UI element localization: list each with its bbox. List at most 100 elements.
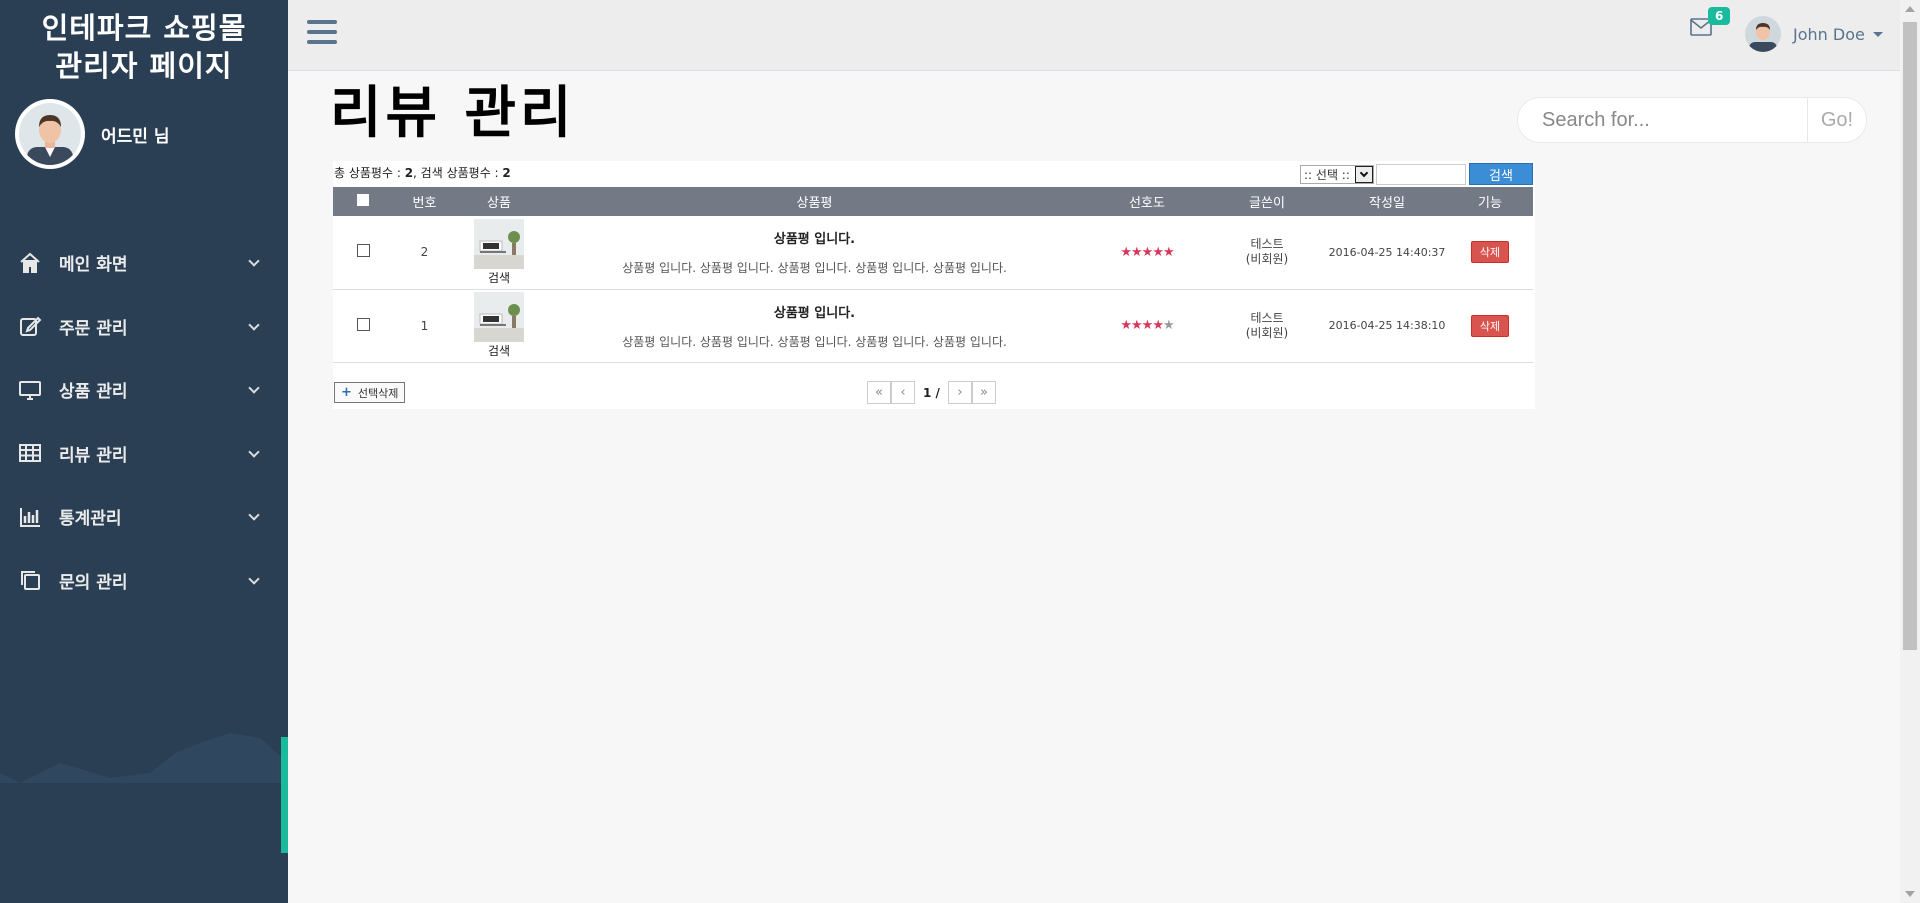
scroll-thumb[interactable] bbox=[1903, 22, 1917, 650]
product-caption: 검색 bbox=[487, 270, 511, 285]
column-header: 작성일 bbox=[1327, 187, 1447, 216]
sidebar-decoration bbox=[0, 733, 288, 903]
review-date: 2016-04-25 14:40:37 bbox=[1327, 216, 1447, 290]
writer-type: (비회원) bbox=[1245, 252, 1289, 267]
product-thumbnail[interactable]: 검색 bbox=[456, 289, 542, 363]
review-body: 상품평 입니다. 상품평 입니다. 상품평 입니다. 상품평 입니다. 상품평 … bbox=[622, 334, 1007, 349]
page-title: 리뷰 관리 bbox=[330, 81, 576, 146]
star-filled-icon: ★ bbox=[1152, 318, 1164, 333]
column-header: 상품평 bbox=[542, 187, 1087, 216]
review-table: 번호 상품 상품평 선호도 글쓴이 작성일 기능 2 검색 상품평 입니다. 상… bbox=[333, 187, 1533, 363]
column-header: 기능 bbox=[1447, 187, 1533, 216]
review-rows: 2 검색 상품평 입니다. 상품평 입니다. 상품평 입니다. 상품평 입니다.… bbox=[333, 216, 1533, 363]
delete-button[interactable]: 삭제 bbox=[1470, 241, 1510, 264]
sidebar-menu: 메인 화면 주문 관리 상품 관리 리뷰 관리 통계관리 문의 관리 bbox=[0, 231, 288, 612]
column-header: 상품 bbox=[456, 187, 542, 216]
home-icon bbox=[18, 251, 42, 275]
table-header-row: 번호 상품 상품평 선호도 글쓴이 작성일 기능 bbox=[333, 187, 1533, 216]
sidebar-item-main[interactable]: 메인 화면 bbox=[0, 231, 288, 295]
count-label: 총 상품평수 : bbox=[334, 166, 405, 180]
review-title[interactable]: 상품평 입니다. bbox=[542, 228, 1087, 247]
chevron-down-icon bbox=[248, 255, 260, 267]
sidebar-item-label: 리뷰 관리 bbox=[59, 445, 128, 466]
writer-name: 테스트 bbox=[1250, 237, 1284, 252]
star-filled-icon: ★ bbox=[1141, 244, 1154, 260]
row-checkbox[interactable] bbox=[356, 244, 370, 258]
scroll-up-icon[interactable] bbox=[1905, 6, 1915, 12]
rating-stars: ★★★★★ bbox=[1120, 318, 1175, 333]
clone-icon bbox=[18, 568, 42, 592]
sidebar-item-label: 상품 관리 bbox=[59, 382, 128, 403]
table-row: 1 검색 상품평 입니다. 상품평 입니다. 상품평 입니다. 상품평 입니다.… bbox=[333, 289, 1533, 363]
bar-chart-icon bbox=[18, 505, 42, 529]
bulk-delete-label: 선택삭제 bbox=[357, 386, 399, 400]
chevron-down-icon bbox=[248, 445, 260, 458]
pagination: « ‹ 1 / › » bbox=[867, 381, 996, 404]
table-icon bbox=[18, 441, 42, 465]
search-count: 2 bbox=[502, 166, 511, 180]
sidebar-item-reviews[interactable]: 리뷰 관리 bbox=[0, 422, 288, 486]
sidebar-item-inquiries[interactable]: 문의 관리 bbox=[0, 549, 288, 613]
sidebar-item-label: 통계관리 bbox=[59, 509, 122, 530]
search-go-button[interactable]: Go! bbox=[1807, 98, 1866, 142]
chevron-down-icon bbox=[1355, 165, 1373, 183]
total-count: 2 bbox=[404, 166, 414, 180]
sidebar-item-products[interactable]: 상품 관리 bbox=[0, 358, 288, 422]
star-filled-icon: ★ bbox=[1152, 244, 1164, 260]
mail-button[interactable]: 6 bbox=[1690, 7, 1731, 36]
page-scrollbar[interactable] bbox=[1900, 0, 1920, 903]
active-indicator bbox=[281, 737, 288, 853]
prev-page-button[interactable]: ‹ bbox=[891, 381, 915, 404]
filter-select[interactable]: :: 선택 :: bbox=[1300, 164, 1374, 184]
last-page-button[interactable]: » bbox=[971, 381, 996, 404]
chevron-down-icon bbox=[248, 318, 260, 331]
admin-profile: 어드민 님 bbox=[0, 99, 288, 169]
review-body: 상품평 입니다. 상품평 입니다. 상품평 입니다. 상품평 입니다. 상품평 … bbox=[622, 261, 1007, 276]
menu-toggle-icon[interactable] bbox=[307, 20, 337, 48]
row-number: 1 bbox=[393, 289, 456, 363]
next-page-button[interactable]: › bbox=[947, 381, 972, 404]
user-menu[interactable]: John Doe bbox=[1745, 16, 1883, 52]
brand-line-1: 인테파크 쇼핑몰 bbox=[41, 11, 247, 45]
admin-avatar bbox=[15, 99, 85, 169]
filter-search-button[interactable]: 검색 bbox=[1469, 163, 1533, 185]
desktop-icon bbox=[18, 378, 42, 402]
star-empty-icon: ★ bbox=[1162, 318, 1175, 333]
sidebar-item-stats[interactable]: 통계관리 bbox=[0, 485, 288, 549]
sidebar-item-label: 문의 관리 bbox=[59, 572, 128, 593]
column-header: 선호도 bbox=[1087, 187, 1207, 216]
user-avatar bbox=[1745, 16, 1781, 52]
review-count: 총 상품평수 : 2, 검색 상품평수 : 2 bbox=[334, 164, 511, 181]
row-number: 2 bbox=[393, 216, 456, 290]
review-filter: :: 선택 :: 검색 bbox=[1300, 163, 1533, 185]
delete-button[interactable]: 삭제 bbox=[1470, 314, 1510, 337]
writer-type: (비회원) bbox=[1245, 325, 1289, 340]
caret-down-icon bbox=[1872, 31, 1883, 37]
current-page: 1 / bbox=[923, 385, 940, 400]
scroll-down-icon[interactable] bbox=[1905, 891, 1915, 897]
star-filled-icon: ★ bbox=[1162, 244, 1175, 260]
filter-keyword-input[interactable] bbox=[1376, 163, 1466, 185]
row-checkbox[interactable] bbox=[356, 317, 370, 331]
global-search: Go! bbox=[1517, 97, 1867, 143]
select-all-checkbox[interactable] bbox=[357, 193, 369, 206]
chevron-down-icon bbox=[248, 509, 260, 521]
top-navbar: 6 John Doe bbox=[288, 0, 1900, 71]
sidebar-item-orders[interactable]: 주문 관리 bbox=[0, 295, 288, 359]
rating-stars: ★★★★★ bbox=[1120, 244, 1175, 260]
column-header: 번호 bbox=[393, 187, 456, 216]
product-image bbox=[474, 292, 524, 342]
bulk-delete-button[interactable]: + 선택삭제 bbox=[334, 382, 406, 403]
avatar-image bbox=[19, 103, 81, 165]
search-input[interactable] bbox=[1518, 98, 1807, 142]
product-image bbox=[474, 218, 524, 269]
select-all-header[interactable] bbox=[333, 187, 393, 216]
review-title[interactable]: 상품평 입니다. bbox=[542, 302, 1087, 321]
writer-name: 테스트 bbox=[1250, 310, 1284, 325]
first-page-button[interactable]: « bbox=[867, 381, 891, 404]
product-thumbnail[interactable]: 검색 bbox=[456, 216, 542, 290]
mail-count-badge: 6 bbox=[1708, 7, 1731, 25]
star-filled-icon: ★ bbox=[1120, 244, 1132, 260]
brand-title[interactable]: 인테파크 쇼핑몰 관리자 페이지 bbox=[0, 0, 288, 85]
sidebar-item-label: 메인 화면 bbox=[59, 255, 128, 276]
